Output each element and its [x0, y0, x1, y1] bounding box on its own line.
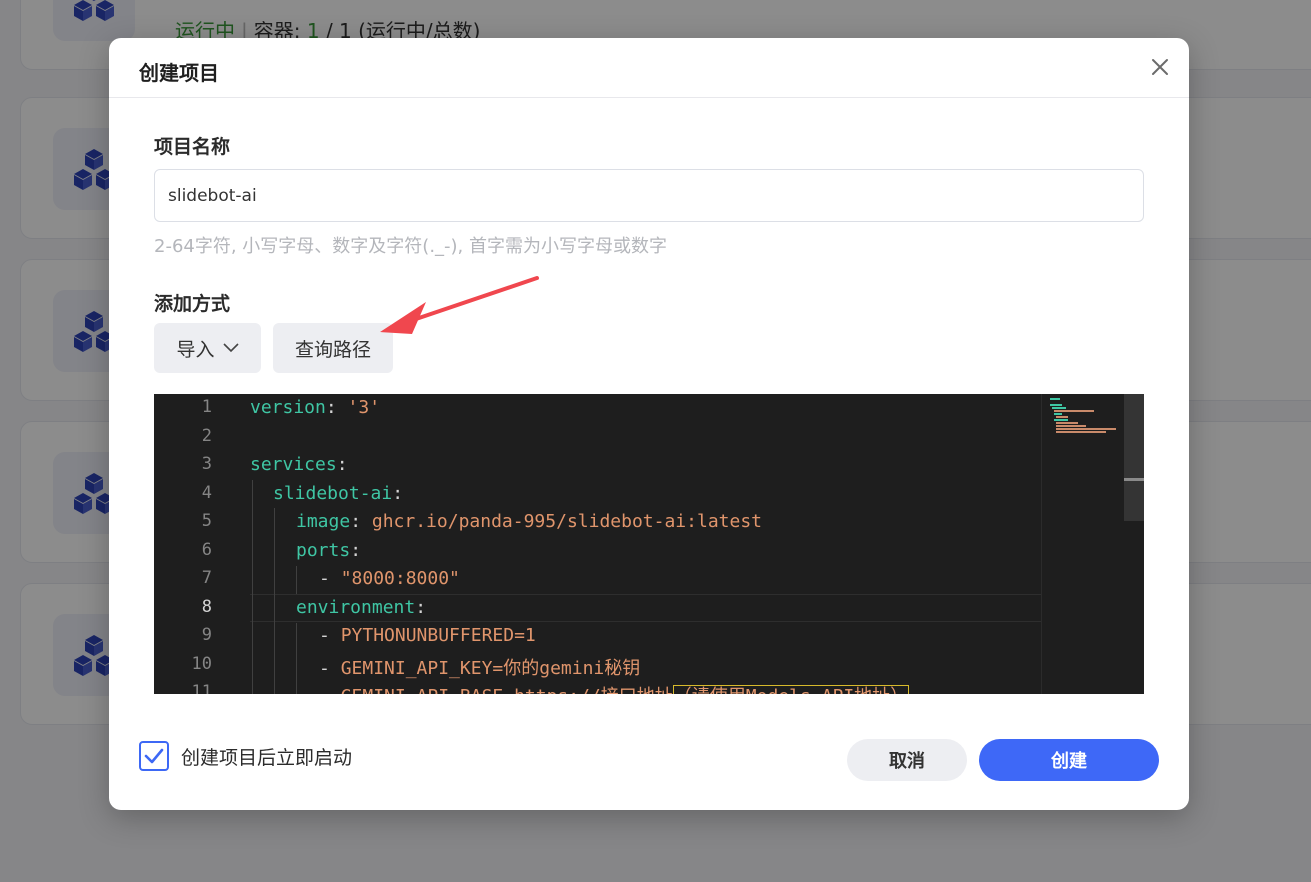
- cancel-button[interactable]: 取消: [847, 739, 967, 781]
- scrollbar-cursor-marker: [1124, 478, 1144, 481]
- code-line-6: ports:: [296, 540, 362, 561]
- line-number: 4: [201, 483, 212, 503]
- project-name-label: 项目名称: [154, 136, 231, 158]
- indent-guide: [296, 623, 297, 694]
- editor-scrollbar[interactable]: [1124, 394, 1144, 694]
- code-line-10: - GEMINI_API_KEY=你的gemini秘钥: [319, 658, 641, 679]
- code-line-5: image: ghcr.io/panda-995/slidebot-ai:lat…: [296, 511, 763, 532]
- line-number: 7: [201, 568, 212, 588]
- code-line-7: - "8000:8000": [319, 568, 460, 589]
- checkmark-icon: [144, 748, 164, 764]
- line-number: 6: [201, 540, 212, 560]
- create-button[interactable]: 创建: [979, 739, 1159, 781]
- project-name-input[interactable]: [154, 169, 1144, 222]
- line-number-active: 8: [201, 597, 212, 617]
- project-name-hint: 2-64字符, 小写字母、数字及字符(._-), 首字需为小写字母或数字: [154, 236, 667, 257]
- code-line-3: services:: [250, 454, 348, 475]
- add-method-label: 添加方式: [154, 293, 231, 315]
- code-line-8: environment:: [296, 597, 427, 618]
- code-line-11: - GEMINI_API_BASE=https://接口地址（请使用Models…: [319, 682, 910, 694]
- code-content: version: '3' services: slidebot-ai: imag…: [250, 394, 1041, 694]
- dialog-header: 创建项目: [109, 38, 1189, 98]
- line-number: 10: [191, 654, 212, 674]
- code-line-1: version: '3': [250, 397, 381, 418]
- line-number: 1: [201, 397, 212, 417]
- chevron-down-icon: [222, 343, 239, 353]
- indent-guide: [252, 480, 253, 694]
- import-button-label: 导入: [176, 338, 215, 361]
- create-project-dialog: 创建项目 项目名称 2-64字符, 小写字母、数字及字符(._-), 首字需为小…: [109, 38, 1189, 810]
- line-number-gutter: 1 2 3 4 5 6 7 8 9 10 11: [154, 394, 224, 694]
- import-dropdown-button[interactable]: 导入: [154, 323, 261, 373]
- close-icon[interactable]: [1145, 52, 1175, 82]
- line-number: 3: [201, 454, 212, 474]
- auto-start-checkbox[interactable]: [139, 741, 169, 771]
- indent-guide: [274, 508, 275, 694]
- line-number: 9: [201, 625, 212, 645]
- editor-minimap[interactable]: [1041, 394, 1144, 694]
- code-line-9: - PYTHONUNBUFFERED=1: [319, 625, 536, 646]
- auto-start-label[interactable]: 创建项目后立即启动: [181, 743, 352, 770]
- red-arrow-annotation-icon: [380, 276, 539, 334]
- dialog-title: 创建项目: [139, 61, 219, 85]
- scrollbar-thumb[interactable]: [1124, 394, 1144, 521]
- line-number: 11: [191, 682, 212, 694]
- line-number: 5: [201, 511, 212, 531]
- indent-guide: [296, 566, 297, 594]
- compose-code-editor[interactable]: 1 2 3 4 5 6 7 8 9 10 11 version: '3' ser…: [154, 394, 1144, 694]
- code-line-4: slidebot-ai:: [273, 483, 404, 504]
- line-number: 2: [201, 426, 212, 446]
